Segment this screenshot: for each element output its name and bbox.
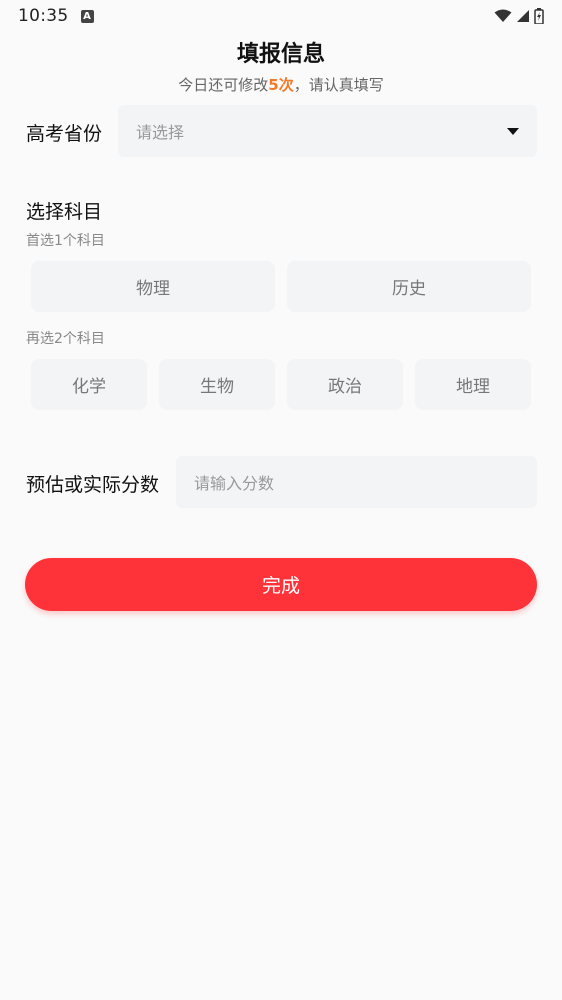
caret-down-icon [507, 127, 519, 135]
score-placeholder: 请输入分数 [194, 474, 275, 493]
page-title: 填报信息 [236, 42, 325, 67]
status-bar: 10:35 A [0, 0, 562, 32]
notification-icon: A [80, 9, 94, 23]
subject-option-physics[interactable]: 物理 [31, 261, 275, 312]
subject-option-geography[interactable]: 地理 [415, 359, 531, 410]
score-label: 预估或实际分数 [26, 474, 160, 496]
status-time: 10:35 [18, 6, 69, 26]
status-icons [494, 8, 544, 24]
province-placeholder: 请选择 [136, 123, 185, 142]
done-button[interactable]: 完成 [25, 558, 537, 611]
first-subject-hint: 首选1个科目 [26, 233, 105, 249]
subject-option-chemistry[interactable]: 化学 [31, 359, 147, 410]
subject-option-history[interactable]: 历史 [287, 261, 531, 312]
subject-option-biology[interactable]: 生物 [159, 359, 275, 410]
wifi-icon [494, 9, 512, 22]
subtitle-suffix: ，请认真填写 [293, 76, 384, 94]
province-select[interactable]: 请选择 [118, 105, 537, 157]
subtitle-prefix: 今日还可修改 [178, 76, 269, 94]
score-input[interactable]: 请输入分数 [176, 456, 537, 508]
remaining-count: 5次 [268, 76, 294, 94]
province-label: 高考省份 [26, 123, 103, 145]
subjects-title: 选择科目 [26, 201, 103, 223]
battery-icon [534, 8, 544, 24]
page-subtitle: 今日还可修改5次，请认真填写 [0, 74, 562, 95]
signal-icon [517, 10, 529, 22]
second-subject-hint: 再选2个科目 [26, 331, 105, 347]
subject-option-politics[interactable]: 政治 [287, 359, 403, 410]
